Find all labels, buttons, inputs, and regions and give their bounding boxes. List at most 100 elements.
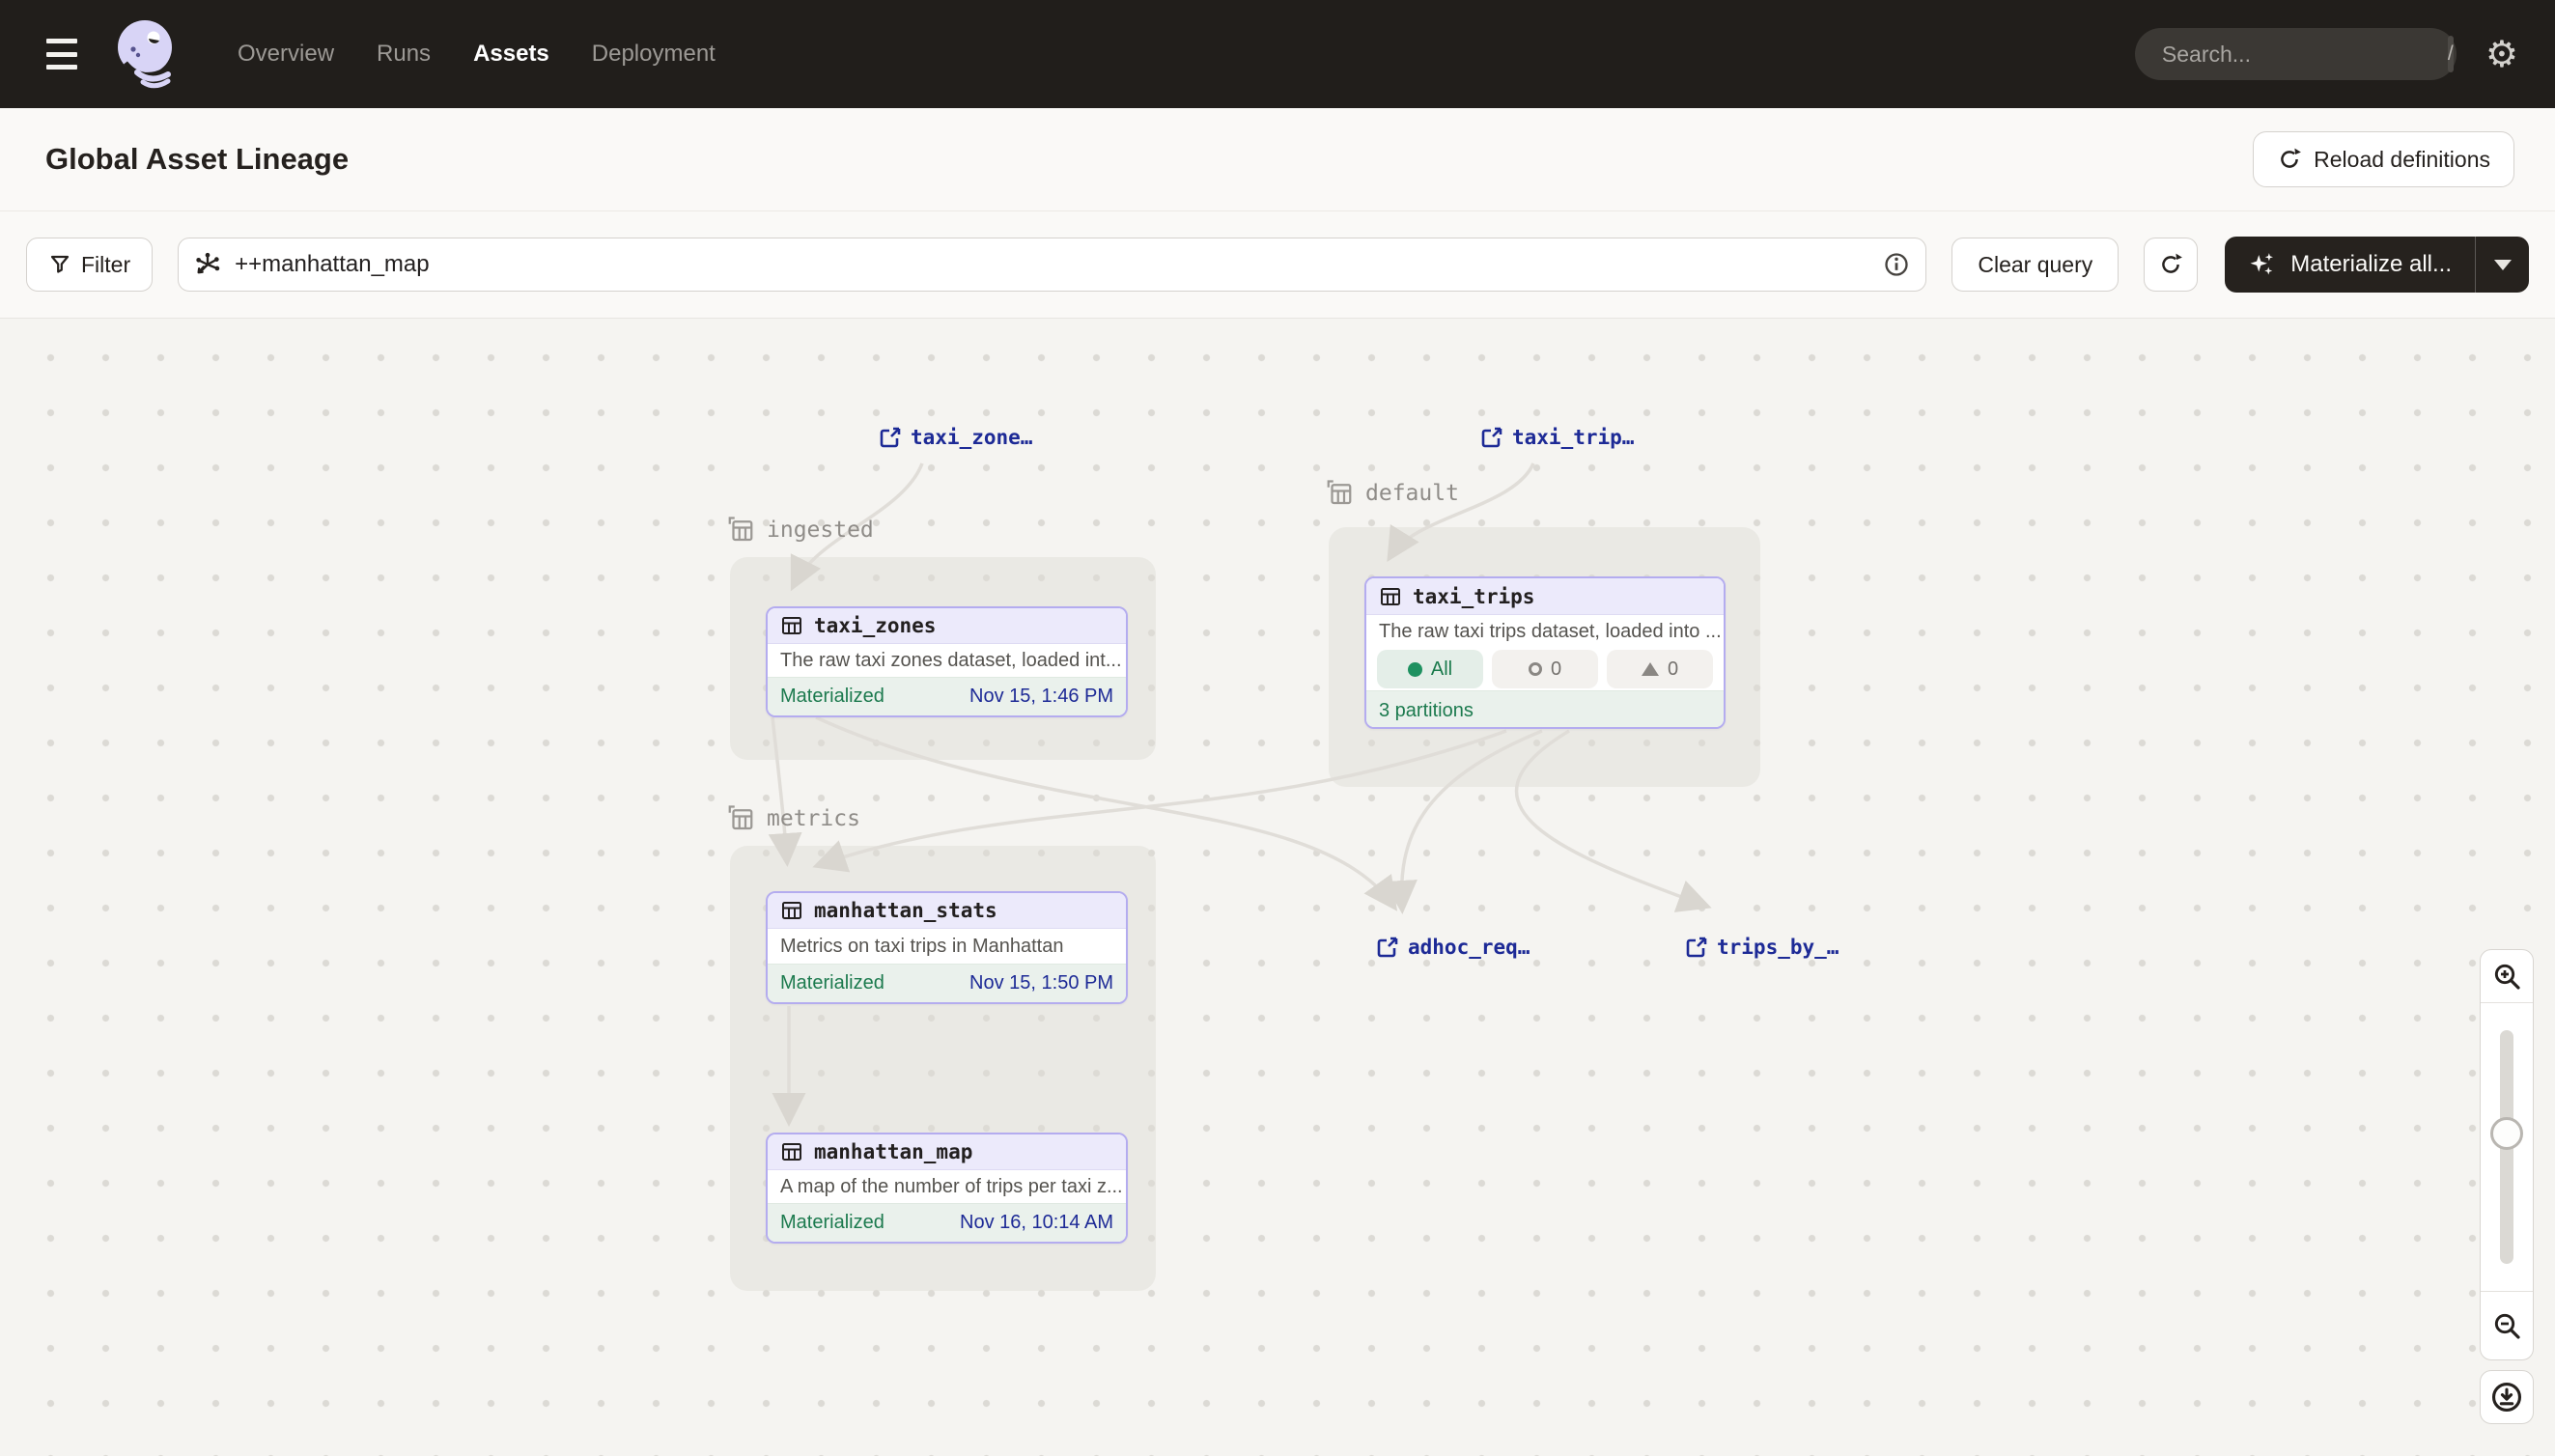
nav-item-assets[interactable]: Assets: [473, 41, 549, 68]
asset-selection-input-container[interactable]: [178, 238, 1926, 292]
group-name: default: [1365, 481, 1459, 506]
lineage-canvas[interactable]: ingested default metrics taxi_zone…: [0, 319, 2555, 1456]
group-name: ingested: [767, 518, 874, 543]
sparkle-icon: [2248, 250, 2277, 279]
group-label-ingested[interactable]: ingested: [726, 516, 874, 545]
materialize-split-button: Materialize all...: [2225, 237, 2529, 293]
lineage-edges: [0, 319, 2555, 1456]
partitions-materialized-badge[interactable]: All: [1377, 650, 1483, 688]
clear-query-button[interactable]: Clear query: [1951, 238, 2119, 292]
zoom-out-button[interactable]: [2481, 1292, 2533, 1359]
reload-definitions-button[interactable]: Reload definitions: [2253, 131, 2514, 187]
asset-status: Materialized: [780, 686, 884, 708]
external-asset-link-adhoc-req[interactable]: adhoc_req…: [1376, 936, 1530, 959]
zoom-slider-thumb[interactable]: [2490, 1117, 2523, 1150]
group-label-metrics[interactable]: metrics: [726, 804, 860, 833]
external-asset-link-trips-by[interactable]: trips_by_…: [1685, 936, 1839, 959]
asset-description: The raw taxi zones dataset, loaded int..…: [768, 644, 1126, 677]
external-link-icon: [879, 426, 902, 449]
external-link-icon: [1376, 936, 1399, 959]
asset-timestamp[interactable]: Nov 16, 10:14 AM: [960, 1212, 1113, 1234]
global-search[interactable]: /: [2135, 28, 2457, 80]
filter-label: Filter: [81, 252, 130, 278]
zoom-out-icon: [2491, 1310, 2522, 1341]
refresh-graph-button[interactable]: [2144, 238, 2198, 292]
asset-node-header: taxi_trips: [1366, 578, 1724, 615]
group-label-default[interactable]: default: [1325, 479, 1459, 508]
table-group-icon: [1325, 479, 1354, 508]
table-icon: [780, 899, 803, 922]
materialize-dropdown-button[interactable]: [2475, 237, 2529, 293]
lineage-toolbar: Filter Clear query: [0, 211, 2555, 319]
search-input[interactable]: [2162, 42, 2448, 68]
search-shortcut-badge: /: [2448, 36, 2454, 72]
partitions-count[interactable]: 3 partitions: [1379, 700, 1474, 722]
asset-node-header: manhattan_stats: [768, 893, 1126, 929]
chevron-down-icon: [2494, 260, 2512, 270]
graph-query-icon: [194, 251, 221, 278]
nav-item-overview[interactable]: Overview: [238, 41, 334, 68]
asset-node-footer: Materialized Nov 16, 10:14 AM: [768, 1203, 1126, 1242]
external-asset-link-taxi-trip[interactable]: taxi_trip…: [1480, 426, 1634, 449]
nav-item-runs[interactable]: Runs: [377, 41, 431, 68]
asset-description: Metrics on taxi trips in Manhattan: [768, 929, 1126, 964]
partition-health-row: All 0 0: [1366, 648, 1724, 690]
zoom-in-icon: [2491, 961, 2522, 992]
arrow-down-circle-icon: [2490, 1381, 2523, 1414]
asset-selection-input[interactable]: [235, 251, 1869, 278]
external-link-icon: [1480, 426, 1503, 449]
table-group-icon: [726, 516, 755, 545]
zoom-controls: [2480, 949, 2534, 1424]
materialize-all-button[interactable]: Materialize all...: [2225, 237, 2475, 293]
asset-node-header: taxi_zones: [768, 608, 1126, 644]
reload-definitions-label: Reload definitions: [2314, 147, 2490, 173]
table-icon: [780, 614, 803, 637]
partitions-overdue-badge[interactable]: 0: [1607, 650, 1713, 688]
asset-title: taxi_trips: [1413, 585, 1534, 608]
asset-title: taxi_zones: [814, 614, 936, 637]
zoom-slider[interactable]: [2481, 1002, 2533, 1292]
missing-circle-icon: [1529, 662, 1542, 676]
nav-item-deployment[interactable]: Deployment: [592, 41, 716, 68]
top-navigation-bar: Overview Runs Assets Deployment / ⚙: [0, 0, 2555, 108]
asset-node-footer: 3 partitions: [1366, 690, 1724, 729]
asset-node-footer: Materialized Nov 15, 1:50 PM: [768, 964, 1126, 1002]
asset-timestamp[interactable]: Nov 15, 1:50 PM: [969, 972, 1113, 994]
zoom-in-button[interactable]: [2481, 950, 2533, 1002]
external-asset-label: adhoc_req…: [1408, 936, 1530, 959]
menu-icon[interactable]: [37, 35, 87, 73]
asset-timestamp[interactable]: Nov 15, 1:46 PM: [969, 686, 1113, 708]
external-asset-link-taxi-zone[interactable]: taxi_zone…: [879, 426, 1032, 449]
asset-description: A map of the number of trips per taxi z.…: [768, 1170, 1126, 1203]
materialize-all-label: Materialize all...: [2290, 251, 2452, 278]
table-icon: [780, 1140, 803, 1163]
external-link-icon: [1685, 936, 1708, 959]
asset-node-manhattan-map[interactable]: manhattan_map A map of the number of tri…: [766, 1133, 1128, 1244]
asset-description: The raw taxi trips dataset, loaded into …: [1366, 615, 1724, 648]
asset-node-taxi-zones[interactable]: taxi_zones The raw taxi zones dataset, l…: [766, 606, 1128, 717]
dagster-logo-icon[interactable]: [108, 13, 183, 96]
badge-count: 0: [1668, 658, 1678, 681]
info-icon[interactable]: [1883, 251, 1910, 278]
asset-title: manhattan_stats: [814, 899, 997, 922]
page-header: Global Asset Lineage Reload definitions: [0, 108, 2555, 211]
gear-icon[interactable]: ⚙: [2485, 36, 2518, 72]
group-name: metrics: [767, 806, 860, 831]
partitions-failed-badge[interactable]: 0: [1492, 650, 1598, 688]
badge-count: 0: [1551, 658, 1561, 681]
asset-status: Materialized: [780, 1212, 884, 1234]
asset-node-footer: Materialized Nov 15, 1:46 PM: [768, 677, 1126, 715]
clear-query-label: Clear query: [1978, 252, 2092, 278]
materialized-dot-icon: [1408, 662, 1422, 677]
asset-node-manhattan-stats[interactable]: manhattan_stats Metrics on taxi trips in…: [766, 891, 1128, 1004]
external-asset-label: taxi_zone…: [911, 426, 1032, 449]
warning-triangle-icon: [1642, 662, 1659, 676]
external-asset-label: taxi_trip…: [1512, 426, 1634, 449]
filter-icon: [48, 253, 71, 276]
asset-title: manhattan_map: [814, 1140, 972, 1163]
badge-label: All: [1431, 658, 1452, 681]
table-icon: [1379, 585, 1402, 608]
asset-node-taxi-trips[interactable]: taxi_trips The raw taxi trips dataset, l…: [1364, 576, 1726, 729]
recenter-view-button[interactable]: [2480, 1370, 2534, 1424]
filter-button[interactable]: Filter: [26, 238, 153, 292]
